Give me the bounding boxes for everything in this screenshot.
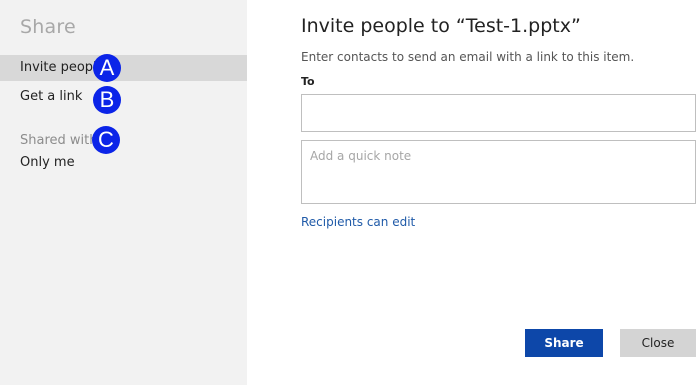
recipients-permission-link[interactable]: Recipients can edit: [301, 215, 415, 229]
dialog-title: Invite people to “Test-1.pptx”: [301, 15, 581, 37]
annotation-badge-c: C: [92, 126, 120, 154]
sidebar-item-get-a-link[interactable]: Get a link: [0, 84, 247, 110]
instructions-text: Enter contacts to send an email with a l…: [301, 50, 635, 64]
sidebar-item-label: Get a link: [20, 89, 83, 104]
sidebar-item-label: Invite people: [20, 60, 105, 75]
share-button[interactable]: Share: [525, 329, 603, 357]
quick-note-input[interactable]: [301, 140, 696, 204]
shared-with-label: Shared with: [20, 133, 98, 148]
shared-with-value: Only me: [20, 155, 75, 170]
sidebar-title: Share: [20, 16, 76, 38]
annotation-badge-a: A: [93, 54, 121, 82]
sidebar-item-invite-people[interactable]: Invite people: [0, 55, 247, 81]
close-button[interactable]: Close: [620, 329, 696, 357]
to-label: To: [301, 75, 315, 88]
share-sidebar: Share Invite people Get a link Shared wi…: [0, 0, 247, 385]
to-recipients-input[interactable]: [301, 94, 696, 132]
annotation-badge-b: B: [93, 86, 121, 114]
